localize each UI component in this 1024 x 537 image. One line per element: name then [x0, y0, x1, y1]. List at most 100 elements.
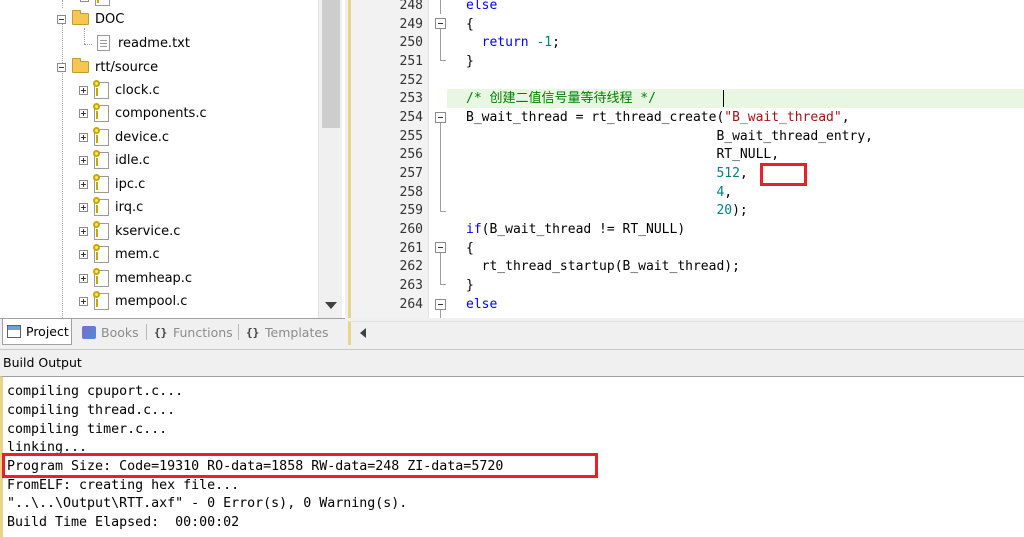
highlight-box-stack-size: [760, 163, 807, 186]
tree-file-ipc[interactable]: ipc.c: [79, 173, 145, 195]
tab-label: Templates: [265, 324, 329, 340]
line-number: 249: [399, 17, 423, 32]
fold-end-marker: [440, 284, 446, 285]
tab-label: Functions: [173, 324, 233, 340]
functions-icon: {}: [154, 325, 168, 339]
tree-file-kservice[interactable]: kservice.c: [79, 220, 180, 242]
tab-templates[interactable]: {} Templates: [242, 319, 334, 345]
tree-guide: [62, 67, 63, 318]
code-line[interactable]: B_wait_thread = rt_thread_create("B_wait…: [466, 108, 850, 127]
code-line[interactable]: if(B_wait_thread != RT_NULL): [466, 220, 685, 239]
code-line[interactable]: 512,: [466, 164, 747, 183]
line-number: 256: [399, 147, 423, 162]
line-number: 258: [399, 185, 423, 200]
tree-item-label: ipc.c: [115, 176, 146, 192]
output-line: Build Time Elapsed: 00:00:02: [7, 515, 240, 530]
tree-folder-doc[interactable]: DOC: [57, 8, 124, 30]
tree-file-memheap[interactable]: memheap.c: [79, 267, 192, 289]
collapse-icon[interactable]: [57, 62, 66, 72]
fold-end-marker: [440, 60, 446, 61]
tree-file-mempool[interactable]: mempool.c: [79, 290, 187, 312]
line-number: 257: [399, 166, 423, 181]
editor-horizontal-scrollbar[interactable]: [348, 321, 1024, 345]
code-line[interactable]: }: [466, 52, 474, 71]
expand-icon[interactable]: [79, 202, 88, 212]
c-file-icon: [93, 79, 109, 99]
tree-item-label: DOC: [95, 11, 125, 27]
c-file-icon: [93, 267, 109, 287]
tree-file-device[interactable]: device.c: [79, 126, 169, 148]
tree-vertical-scrollbar[interactable]: [318, 0, 342, 318]
code-line[interactable]: 20);: [466, 201, 747, 220]
expand-icon[interactable]: [79, 132, 88, 142]
tab-books[interactable]: Books: [78, 319, 144, 345]
tree-item-label: memheap.c: [115, 270, 193, 286]
fold-collapse-icon[interactable]: [435, 242, 446, 253]
fold-guide: [440, 123, 441, 211]
code-editor[interactable]: 248 249 250 251 252 253 254 255 256 257 …: [348, 0, 1024, 318]
tree-file-clock[interactable]: clock.c: [79, 79, 160, 101]
expand-icon[interactable]: [79, 226, 88, 236]
c-file-icon: [93, 220, 109, 240]
c-file-icon: [93, 102, 109, 122]
output-line: FromELF: creating hex file...: [7, 478, 240, 493]
project-tree[interactable]: DOC readme.txt rtt/source clock.c compon…: [0, 0, 345, 318]
c-file-icon: [93, 126, 109, 146]
tree-guide: [62, 0, 63, 8]
code-line[interactable]: }: [466, 276, 474, 295]
line-number: 262: [399, 259, 423, 274]
tree-file-mem[interactable]: mem.c: [79, 243, 160, 265]
code-line[interactable]: B_wait_thread_entry,: [466, 127, 873, 146]
expand-icon[interactable]: [79, 273, 88, 283]
expand-icon[interactable]: [79, 179, 88, 189]
expand-icon[interactable]: [79, 296, 88, 306]
code-line[interactable]: else: [466, 0, 497, 15]
tree-item-label: kservice.c: [115, 223, 181, 239]
fold-guide: [440, 310, 441, 318]
c-file-icon: [95, 0, 110, 6]
tree-item-partial[interactable]: [80, 0, 116, 8]
tree-item-label: idle.c: [115, 152, 150, 168]
expand-icon[interactable]: [79, 108, 88, 118]
scroll-down-arrow-icon[interactable]: [325, 302, 337, 309]
tree-item-label: mem.c: [115, 246, 160, 262]
code-line[interactable]: 4,: [466, 183, 732, 202]
code-line[interactable]: /* 创建二值信号量等待线程 */: [466, 89, 656, 108]
line-number: 261: [399, 241, 423, 256]
tree-file-readme[interactable]: readme.txt: [97, 32, 190, 54]
tree-item-label: readme.txt: [118, 35, 190, 51]
code-line[interactable]: RT_NULL,: [466, 145, 779, 164]
project-icon: [7, 325, 21, 338]
code-line[interactable]: rt_thread_startup(B_wait_thread);: [466, 257, 740, 276]
expand-icon[interactable]: [80, 0, 89, 2]
collapse-icon[interactable]: [57, 14, 66, 24]
tree-file-idle[interactable]: idle.c: [79, 149, 150, 171]
tree-folder-rtt-source[interactable]: rtt/source: [57, 56, 158, 78]
output-line: compiling thread.c...: [7, 403, 176, 418]
fold-collapse-icon[interactable]: [435, 112, 446, 123]
code-line[interactable]: {: [466, 15, 474, 34]
expand-icon[interactable]: [79, 155, 88, 165]
code-line[interactable]: return -1;: [466, 33, 560, 52]
fold-collapse-icon[interactable]: [435, 18, 446, 29]
scrollbar-thumb[interactable]: [322, 0, 340, 128]
tree-item-label: components.c: [115, 105, 207, 121]
fold-collapse-icon[interactable]: [435, 299, 446, 310]
expand-icon[interactable]: [79, 249, 88, 259]
tree-file-irq[interactable]: irq.c: [79, 196, 143, 218]
line-number: 252: [399, 73, 423, 88]
code-line[interactable]: {: [466, 239, 474, 258]
text-file-icon: [97, 35, 110, 51]
build-output-panel[interactable]: compiling cpuport.c... compiling thread.…: [0, 376, 1024, 537]
tree-file-components[interactable]: components.c: [79, 102, 207, 124]
line-number: 263: [399, 278, 423, 293]
scroll-left-arrow-icon[interactable]: [360, 328, 366, 338]
c-file-icon: [93, 243, 109, 263]
c-file-icon: [93, 149, 109, 169]
tab-project[interactable]: Project: [2, 319, 72, 345]
tab-functions[interactable]: {} Functions: [150, 319, 236, 345]
output-line: compiling timer.c...: [7, 422, 168, 437]
expand-icon[interactable]: [79, 85, 88, 95]
code-line[interactable]: else: [466, 295, 497, 314]
line-number: 253: [399, 91, 423, 106]
